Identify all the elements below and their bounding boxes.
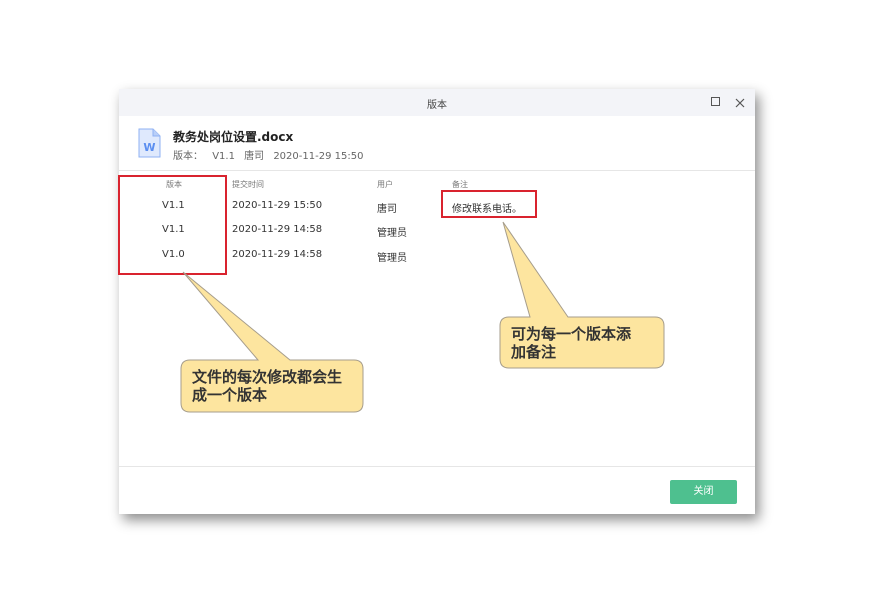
version-column-highlight bbox=[118, 175, 227, 275]
close-button[interactable]: 关闭 bbox=[670, 480, 737, 504]
meta-user: 唐司 bbox=[244, 151, 265, 162]
column-header-time: 提交时间 bbox=[232, 180, 264, 189]
screenshot-stage: 版本 W 教务处岗位设置.docx 版本： V1.1 唐司 2020-11-29… bbox=[0, 0, 880, 606]
maximize-icon[interactable] bbox=[709, 95, 723, 109]
row-time: 2020-11-29 14:58 bbox=[232, 249, 323, 260]
file-name: 教务处岗位设置.docx bbox=[173, 130, 294, 144]
left-callout-line: 文件的每次修改都会生 bbox=[192, 368, 343, 386]
dialog-footer: 关闭 bbox=[119, 466, 755, 514]
version-dialog: 版本 W 教务处岗位设置.docx 版本： V1.1 唐司 2020-11-29… bbox=[119, 89, 755, 514]
right-callout-line: 加备注 bbox=[511, 343, 557, 361]
left-callout-text: 文件的每次修改都会生 成一个版本 bbox=[192, 368, 342, 404]
left-callout-line: 成一个版本 bbox=[192, 386, 268, 404]
meta-version: V1.1 bbox=[212, 151, 235, 162]
row-time: 2020-11-29 14:58 bbox=[232, 224, 323, 235]
svg-text:W: W bbox=[143, 141, 155, 154]
row-user: 管理员 bbox=[377, 228, 407, 239]
row-user: 管理员 bbox=[377, 253, 407, 264]
word-document-icon: W bbox=[137, 128, 161, 158]
row-user: 唐司 bbox=[377, 204, 397, 215]
column-header-note: 备注 bbox=[452, 180, 468, 189]
row-time: 2020-11-29 15:50 bbox=[232, 200, 323, 211]
title-bar: 版本 bbox=[119, 89, 755, 116]
right-callout-line: 可为每一个版本添 bbox=[511, 325, 632, 343]
column-header-user: 用户 bbox=[377, 180, 393, 189]
note-highlight bbox=[441, 190, 537, 218]
right-callout-text: 可为每一个版本添 加备注 bbox=[511, 325, 631, 361]
meta-label: 版本： bbox=[173, 151, 203, 162]
meta-time: 2020-11-29 15:50 bbox=[273, 151, 364, 162]
close-icon[interactable] bbox=[733, 95, 747, 109]
file-meta: 版本： V1.1 唐司 2020-11-29 15:50 bbox=[173, 147, 369, 162]
file-header: W 教务处岗位设置.docx 版本： V1.1 唐司 2020-11-29 15… bbox=[119, 116, 755, 171]
dialog-title: 版本 bbox=[427, 100, 447, 111]
